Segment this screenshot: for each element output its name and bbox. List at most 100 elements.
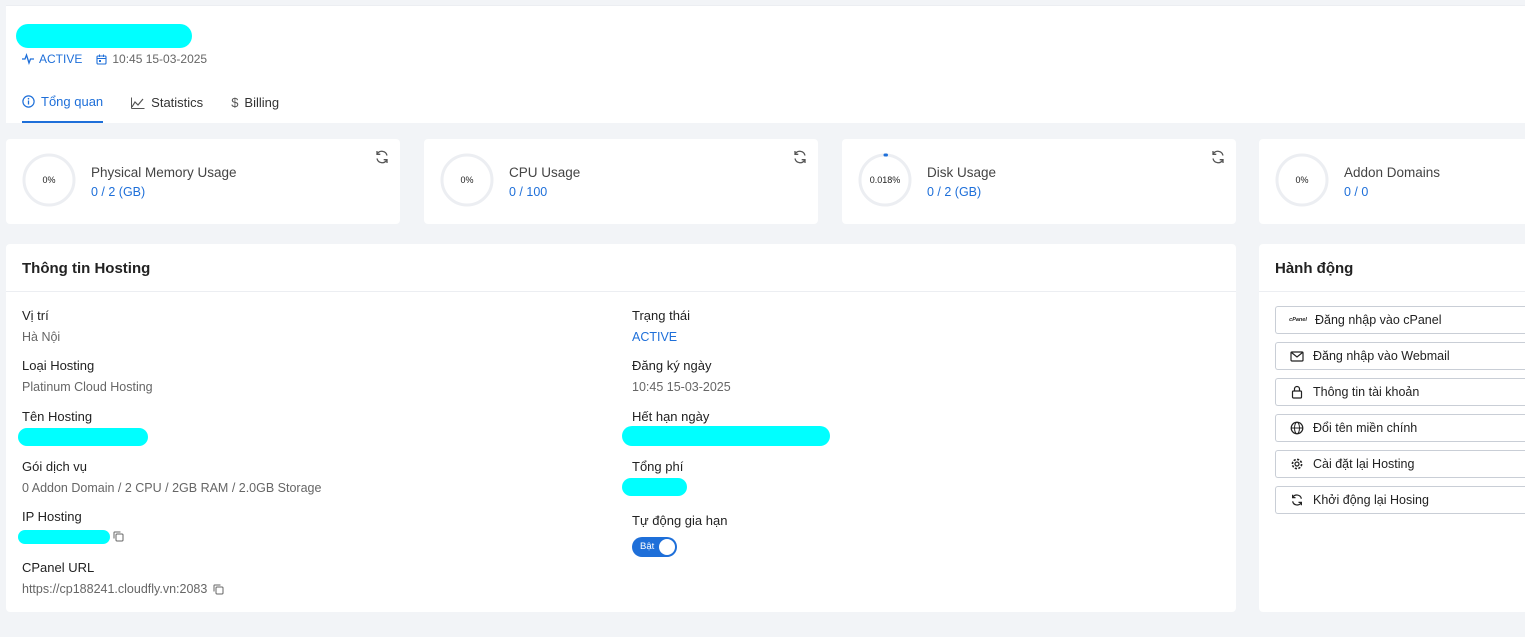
toggle-knob (659, 539, 675, 555)
memory-percent: 0% (42, 175, 56, 185)
account-info-button[interactable]: Thông tin tài khoản (1275, 378, 1525, 406)
redacted-expiry-value (622, 426, 830, 446)
registered-label: Đăng ký ngày (632, 358, 712, 373)
redacted-hosting-name-value (18, 428, 148, 446)
field-registered: Đăng ký ngày 10:45 15-03-2025 (632, 358, 731, 396)
tab-statistics-label: Statistics (151, 95, 204, 110)
field-cpanel-url: CPanel URL https://cp188241.cloudfly.vn:… (22, 560, 224, 598)
addon-value: 0 / 0 (1344, 185, 1369, 199)
field-status: Trạng thái ACTIVE (632, 308, 690, 346)
package-label: Gói dịch vụ (22, 459, 88, 474)
change-domain-label: Đổi tên miền chính (1313, 421, 1418, 435)
type-label: Loại Hosting (22, 358, 95, 373)
cpanel-url-label: CPanel URL (22, 560, 95, 575)
memory-title: Physical Memory Usage (91, 165, 237, 180)
mail-icon (1290, 351, 1304, 362)
refresh-icon (1292, 494, 1302, 506)
created-date-text: 10:45 15-03-2025 (112, 52, 208, 66)
calendar-icon (96, 54, 107, 65)
redacted-hosting-name (16, 24, 192, 48)
login-webmail-label: Đăng nhập vào Webmail (1313, 349, 1450, 363)
login-cpanel-label: Đăng nhập vào cPanel (1315, 313, 1442, 327)
cpu-title: CPU Usage (509, 165, 581, 180)
addon-title: Addon Domains (1344, 165, 1441, 180)
total-label: Tổng phí (632, 459, 684, 474)
copy-url-icon[interactable] (213, 584, 224, 595)
field-package: Gói dịch vụ 0 Addon Domain / 2 CPU / 2GB… (22, 459, 321, 497)
dollar-icon: $ (231, 95, 239, 110)
disk-title: Disk Usage (927, 165, 997, 180)
package-value: 0 Addon Domain / 2 CPU / 2GB RAM / 2.0GB… (22, 481, 322, 495)
login-cpanel-button[interactable]: cPanel Đăng nhập vào cPanel (1275, 306, 1525, 334)
name-label: Tên Hosting (22, 409, 93, 424)
stat-card-cpu: 0% CPU Usage 0 / 100 (424, 139, 818, 224)
autorenew-state: Bật (640, 541, 655, 552)
actions-panel: Hành động cPanel Đăng nhập vào cPanel Đă… (1259, 244, 1525, 612)
created-date: 10:45 15-03-2025 (96, 52, 207, 66)
gear-icon (1291, 458, 1303, 470)
info-icon (22, 95, 35, 108)
location-label: Vị trí (22, 308, 49, 323)
hosting-info-panel: Thông tin Hosting Vị trí Hà Nội Loại Hos… (6, 244, 1236, 612)
type-value: Platinum Cloud Hosting (22, 380, 153, 394)
field-location: Vị trí Hà Nội (22, 308, 60, 346)
tab-billing[interactable]: $ Billing (231, 94, 279, 123)
refresh-icon[interactable] (792, 149, 808, 165)
activity-icon (22, 53, 34, 65)
autorenew-label: Tự động gia hạn (632, 513, 728, 528)
tab-bar: Tổng quan Statistics $ Billing (22, 94, 307, 123)
tab-overview[interactable]: Tổng quan (22, 94, 104, 123)
change-domain-button[interactable]: Đổi tên miền chính (1275, 414, 1525, 442)
field-type: Loại Hosting Platinum Cloud Hosting (22, 358, 153, 396)
status-indicator: ACTIVE (22, 52, 82, 66)
hosting-header: ACTIVE 10:45 15-03-2025 Tổng quan Statis… (6, 5, 1525, 123)
addon-percent: 0% (1295, 175, 1309, 185)
redacted-total-value (622, 478, 687, 496)
stat-card-disk: 0.018% Disk Usage 0 / 2 (GB) (842, 139, 1236, 224)
cpanel-url-row: https://cp188241.cloudfly.vn:2083 (22, 580, 224, 598)
cpu-value: 0 / 100 (509, 185, 548, 199)
registered-value: 10:45 15-03-2025 (632, 380, 731, 394)
globe-icon (1290, 421, 1304, 435)
disk-value: 0 / 2 (GB) (927, 185, 982, 199)
refresh-icon[interactable] (1210, 149, 1226, 165)
ip-label: IP Hosting (22, 509, 82, 524)
location-value: Hà Nội (22, 330, 61, 344)
status-label: Trạng thái (632, 308, 691, 323)
cpanel-url-value[interactable]: https://cp188241.cloudfly.vn:2083 (22, 582, 207, 596)
status-value: ACTIVE (632, 330, 678, 344)
autorenew-toggle[interactable]: Bật (632, 537, 677, 557)
divider (1259, 291, 1525, 292)
field-expiry: Hết hạn ngày (632, 409, 709, 427)
chart-icon (131, 97, 145, 109)
refresh-icon[interactable] (374, 149, 390, 165)
field-name: Tên Hosting (22, 409, 92, 427)
reinstall-hosting-button[interactable]: Cài đặt lại Hosting (1275, 450, 1525, 478)
redacted-ip-value (18, 530, 110, 544)
restart-hosting-button[interactable]: Khởi động lại Hosing (1275, 486, 1525, 514)
stat-card-memory: 0% Physical Memory Usage 0 / 2 (GB) (6, 139, 400, 224)
cpu-percent: 0% (460, 175, 474, 185)
login-webmail-button[interactable]: Đăng nhập vào Webmail (1275, 342, 1525, 370)
field-total: Tổng phí (632, 459, 683, 477)
tab-statistics[interactable]: Statistics (131, 94, 203, 123)
tab-overview-label: Tổng quan (41, 94, 104, 109)
restart-hosting-label: Khởi động lại Hosing (1313, 493, 1429, 507)
field-ip: IP Hosting (22, 509, 82, 527)
cpanel-icon: cPanel (1289, 317, 1307, 323)
lock-icon (1291, 385, 1303, 399)
stat-card-addon-domains: 0% Addon Domains 0 / 0 (1259, 139, 1525, 224)
field-autorenew: Tự động gia hạn Bật (632, 513, 727, 557)
expiry-label: Hết hạn ngày (632, 409, 710, 424)
hosting-info-title: Thông tin Hosting (22, 260, 151, 277)
actions-title: Hành động (1275, 260, 1354, 277)
account-info-label: Thông tin tài khoản (1313, 385, 1420, 399)
copy-ip-icon[interactable] (113, 531, 124, 542)
divider (6, 291, 1236, 292)
disk-percent: 0.018% (869, 175, 901, 185)
status-text: ACTIVE (39, 52, 83, 66)
header-meta: ACTIVE 10:45 15-03-2025 (22, 52, 207, 66)
tab-billing-label: Billing (244, 95, 280, 110)
memory-value: 0 / 2 (GB) (91, 185, 146, 199)
reinstall-hosting-label: Cài đặt lại Hosting (1313, 457, 1415, 471)
